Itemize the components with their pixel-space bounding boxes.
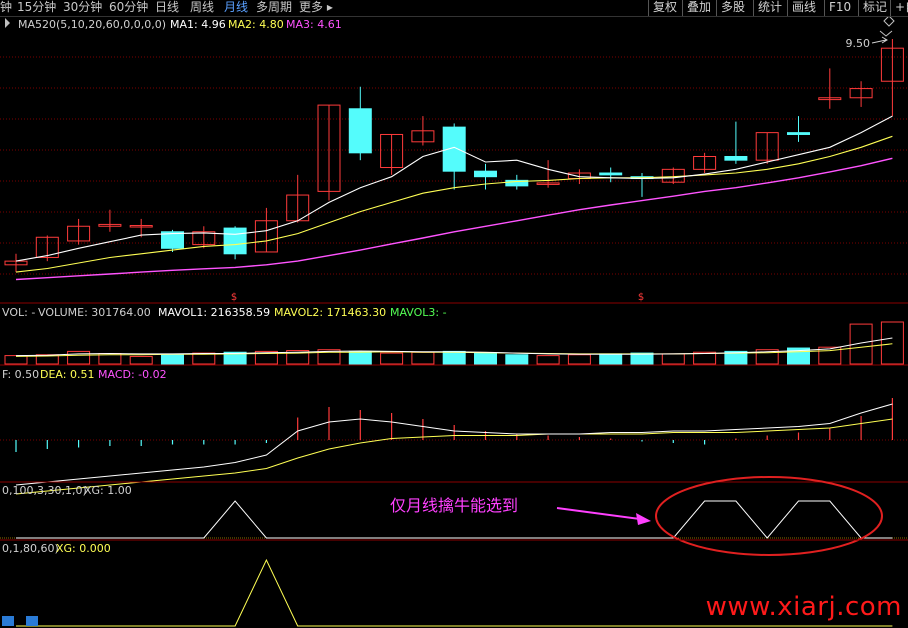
- tool-button-5[interactable]: F10: [824, 0, 851, 16]
- chevron-icon[interactable]: [879, 30, 893, 37]
- watermark-logo: www.xiarj.com: [705, 592, 902, 622]
- volume-bar-13: [411, 351, 435, 365]
- volume-bar-5: [161, 354, 184, 365]
- period-tab-7[interactable]: 多周期: [256, 0, 292, 16]
- bottom-toolbar-icon[interactable]: [2, 616, 14, 626]
- mavol2-value-label: MAVOL2: 171463.30: [274, 306, 386, 319]
- ma1-value-label: MA1: 4.96: [170, 18, 226, 31]
- period-toolbar: 钟 15分钟 30分钟 60分钟 日线 周线 月线 多周期 更多 ▸ 复权 叠加 多股 统计 画线 F10 标…: [0, 0, 908, 17]
- annotation-arrow-icon: [636, 513, 651, 525]
- volume-bar-28: [880, 321, 904, 365]
- bottom-grid-icon[interactable]: [26, 616, 38, 626]
- mavol1-value-label: MAVOL1: 216358.59: [158, 306, 270, 319]
- tool-button-7[interactable]: +自: [890, 0, 908, 16]
- annotation-arrow-shaft: [556, 507, 641, 520]
- dif-line: [15, 403, 893, 486]
- tool-button-4[interactable]: 画线: [787, 0, 816, 16]
- volume-bar-17: [536, 355, 560, 365]
- macd-value-label: MACD: -0.02: [98, 368, 167, 381]
- xg2-params-label: 0,1,80,60): [2, 542, 59, 555]
- dea-value-label: DEA: 0.51: [40, 368, 94, 381]
- chart-canvas[interactable]: MA520(5,10,20,60,0,0,0,0) MA1: 4.96 MA2: 4…: [0, 0, 908, 628]
- xg2-value-label: XG: 0.000: [56, 542, 111, 555]
- tool-button-2[interactable]: 多股: [716, 0, 745, 16]
- tool-button-1[interactable]: 叠加: [682, 0, 711, 16]
- candle-body-19[interactable]: [599, 172, 623, 176]
- period-tab-2[interactable]: 30分钟: [63, 0, 102, 16]
- volume-bar-4: [129, 355, 153, 365]
- ma3-value-label: MA3: 4.61: [286, 18, 342, 31]
- candle-body-11[interactable]: [348, 108, 372, 154]
- vol-label: VOL: -: [2, 306, 35, 319]
- xg1-annotation: 仅月线擒牛能选到: [390, 496, 518, 515]
- candle-body-7[interactable]: [223, 227, 247, 255]
- candle-body-25[interactable]: [787, 132, 810, 135]
- tool-button-3[interactable]: 统计: [753, 0, 782, 16]
- volume-bar-18: [567, 354, 591, 365]
- volume-bar-12: [380, 352, 404, 365]
- legend-collapse-icon[interactable]: [5, 18, 10, 28]
- high-price-label: 9.50: [846, 37, 871, 50]
- volume-bar-14: [442, 350, 466, 365]
- candle-body-23[interactable]: [724, 156, 748, 161]
- xg1-params-label: 0,100,3,30,1,0): [2, 484, 87, 497]
- dividend-marker-2: $: [638, 292, 644, 303]
- price-legend-name: MA520(5,10,20,60,0,0,0,0): [18, 18, 166, 31]
- period-tab-8[interactable]: 更多 ▸: [299, 0, 333, 16]
- period-tab-6[interactable]: 月线: [224, 0, 248, 16]
- period-tab-4[interactable]: 日线: [155, 0, 179, 16]
- period-tab-3[interactable]: 60分钟: [109, 0, 148, 16]
- dif-value-label: F: 0.50: [2, 368, 39, 381]
- ma2-value-label: MA2: 4.80: [228, 18, 284, 31]
- mavol3-value-label: MAVOL3: -: [390, 306, 447, 319]
- volume-bar-15: [474, 352, 497, 365]
- tool-button-0[interactable]: 复权: [648, 0, 677, 16]
- period-tab-1[interactable]: 15分钟: [17, 0, 56, 16]
- high-price-arrow-icon: [871, 36, 888, 44]
- dividend-marker-1: $: [231, 292, 237, 303]
- volume-bar-11: [348, 350, 372, 365]
- volume-bar-2: [67, 350, 91, 365]
- tool-button-6[interactable]: 标记: [858, 0, 887, 16]
- period-tab-0[interactable]: 钟: [0, 0, 12, 16]
- period-tab-5[interactable]: 周线: [190, 0, 214, 16]
- volume-value-label: VOLUME: 301764.00: [38, 306, 151, 319]
- volume-bar-0: [4, 355, 28, 365]
- candle-body-15[interactable]: [474, 170, 497, 178]
- volume-bar-19: [599, 353, 623, 365]
- volume-bar-21: [661, 353, 685, 365]
- diamond-icon[interactable]: [883, 15, 895, 27]
- highlight-ellipse: [655, 476, 883, 556]
- xg1-value-label: XG: 1.00: [84, 484, 132, 497]
- volume-bar-16: [505, 354, 529, 365]
